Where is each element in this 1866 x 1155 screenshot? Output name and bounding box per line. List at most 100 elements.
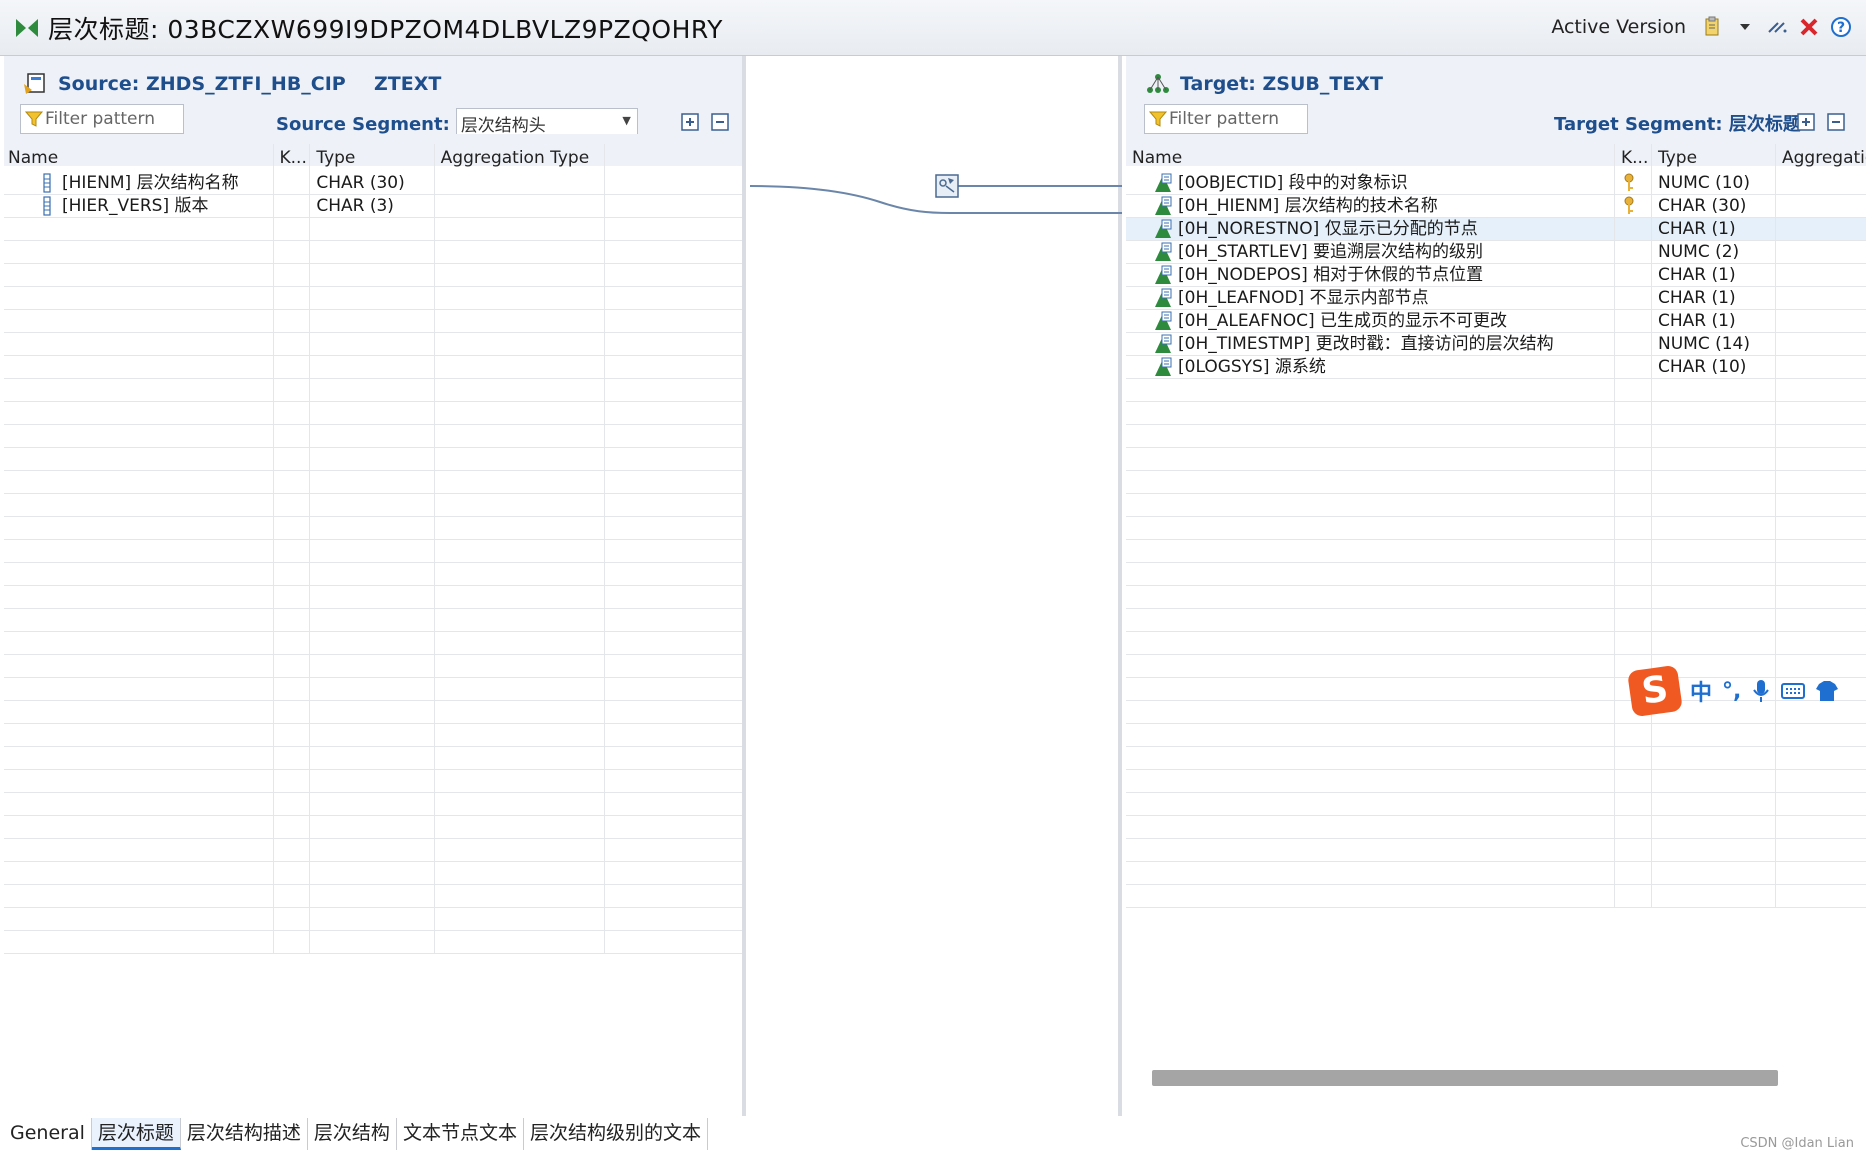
field-key	[1615, 379, 1652, 401]
collapse-all-icon[interactable]	[710, 112, 730, 132]
horizontal-scrollbar[interactable]	[1152, 1070, 1778, 1086]
field-aggregation	[435, 195, 605, 217]
table-row[interactable]: [0LOGSYS] 源系统 CHAR (10)	[1126, 356, 1866, 379]
col-type[interactable]: Type	[310, 144, 435, 172]
col-type[interactable]: Type	[1652, 144, 1776, 172]
field-type	[1652, 816, 1776, 838]
field-key	[274, 471, 311, 493]
empty-row	[4, 816, 742, 839]
field-aggregation	[435, 655, 605, 677]
table-row[interactable]: [0OBJECTID] 段中的对象标识 NUMC (10)	[1126, 172, 1866, 195]
ime-toolbar[interactable]: S 中 °,	[1627, 664, 1839, 718]
field-key	[274, 563, 311, 585]
tab-4[interactable]: 文本节点文本	[396, 1118, 524, 1150]
field-aggregation	[1776, 724, 1866, 746]
tab-3[interactable]: 层次结构	[307, 1118, 397, 1150]
empty-row	[4, 862, 742, 885]
field-key	[274, 356, 311, 378]
rule-icon[interactable]	[935, 174, 959, 198]
field-aggregation	[435, 448, 605, 470]
table-row[interactable]: [0H_LEAFNOD] 不显示内部节点 CHAR (1)	[1126, 287, 1866, 310]
empty-row	[1126, 747, 1866, 770]
field-type	[310, 632, 435, 654]
table-row[interactable]: [0H_TIMESTMP] 更改时戳：直接访问的层次结构 NUMC (14)	[1126, 333, 1866, 356]
field-key	[274, 655, 311, 677]
table-row[interactable]: [0H_NODEPOS] 相对于休假的节点位置 CHAR (1)	[1126, 264, 1866, 287]
table-row[interactable]: [0H_ALEAFNOC] 已生成页的显示不可更改 CHAR (1)	[1126, 310, 1866, 333]
source-filter[interactable]	[20, 104, 184, 134]
field-key	[1615, 402, 1652, 424]
col-name[interactable]: Name	[4, 144, 274, 172]
source-filter-input[interactable]	[45, 109, 179, 129]
table-row[interactable]: [HIER_VERS] 版本 CHAR (3)	[4, 195, 742, 218]
tab-0[interactable]: General	[4, 1118, 92, 1150]
skin-shirt-icon[interactable]	[1815, 680, 1839, 702]
field-name-text: [HIER_VERS] 版本	[62, 196, 209, 216]
help-icon[interactable]: ?	[1830, 16, 1852, 38]
empty-row	[1126, 770, 1866, 793]
field-type	[310, 678, 435, 700]
watermark: CSDN @Idan Lian	[1740, 1136, 1854, 1151]
expand-all-icon[interactable]	[680, 112, 700, 132]
expand-all-icon[interactable]	[1796, 112, 1816, 132]
field-aggregation	[435, 356, 605, 378]
ime-mode[interactable]: 中	[1690, 675, 1712, 707]
target-table: Name K... Type Aggregatio [0OBJECTID] 段中…	[1126, 144, 1866, 908]
field-type	[310, 908, 435, 930]
key-icon	[1624, 196, 1634, 214]
field-name: [0H_TIMESTMP] 更改时戳：直接访问的层次结构	[1132, 333, 1554, 355]
source-panel: Source: ZHDS_ZTFI_HB_CIP ZTEXT Source Se…	[4, 56, 746, 1116]
col-aggregation[interactable]: Aggregation Type	[435, 144, 605, 172]
field-aggregation	[1776, 264, 1866, 286]
field-type	[1652, 747, 1776, 769]
field-type	[310, 931, 435, 953]
filter-icon	[1149, 111, 1167, 127]
field-type	[310, 448, 435, 470]
table-row[interactable]: [0H_STARTLEV] 要追溯层次结构的级别 NUMC (2)	[1126, 241, 1866, 264]
empty-row	[1126, 793, 1866, 816]
datasource-icon	[24, 73, 45, 94]
tab-2[interactable]: 层次结构描述	[180, 1118, 308, 1150]
col-key[interactable]: K...	[1615, 144, 1652, 172]
field-name-text: [0LOGSYS] 源系统	[1178, 357, 1326, 377]
field-key	[274, 908, 311, 930]
field-name: [0OBJECTID] 段中的对象标识	[1132, 172, 1408, 194]
field-type	[310, 586, 435, 608]
col-aggregation[interactable]: Aggregatio	[1776, 144, 1866, 172]
keyboard-icon[interactable]	[1781, 681, 1806, 701]
col-name[interactable]: Name	[1126, 144, 1615, 172]
table-row[interactable]: [HIENM] 层次结构名称 CHAR (30)	[4, 172, 742, 195]
close-icon[interactable]	[1798, 16, 1820, 38]
tab-5[interactable]: 层次结构级别的文本	[523, 1118, 708, 1150]
table-row[interactable]: [0H_NORESTNO] 仅显示已分配的节点 CHAR (1)	[1126, 218, 1866, 241]
mapping-tool-icon[interactable]	[1766, 16, 1788, 38]
field-type	[1652, 885, 1776, 907]
source-segment-select[interactable]: 层次结构头 ▼	[455, 108, 638, 134]
field-key	[274, 862, 311, 884]
target-filter-input[interactable]	[1169, 109, 1303, 129]
collapse-all-icon[interactable]	[1826, 112, 1846, 132]
field-aggregation	[1776, 402, 1866, 424]
field-aggregation	[435, 333, 605, 355]
field-type	[310, 402, 435, 424]
tab-1[interactable]: 层次标题	[91, 1118, 181, 1150]
field-type	[310, 218, 435, 240]
target-filter[interactable]	[1144, 104, 1308, 134]
field-key	[274, 747, 311, 769]
field-name: [0H_STARTLEV] 要追溯层次结构的级别	[1132, 241, 1483, 263]
field-aggregation	[435, 425, 605, 447]
field-type: CHAR (1)	[1652, 287, 1776, 309]
ime-punct[interactable]: °,	[1722, 679, 1741, 704]
table-row[interactable]: [0H_HIENM] 层次结构的技术名称 CHAR (30)	[1126, 195, 1866, 218]
empty-row	[4, 770, 742, 793]
microphone-icon[interactable]	[1751, 678, 1771, 704]
field-aggregation	[435, 816, 605, 838]
field-type	[310, 264, 435, 286]
version-clipboard-icon[interactable]	[1702, 16, 1724, 38]
sogou-logo-icon[interactable]: S	[1627, 664, 1683, 718]
chevron-down-icon[interactable]	[1734, 16, 1756, 38]
empty-row	[4, 241, 742, 264]
field-aggregation	[435, 770, 605, 792]
field-type	[310, 425, 435, 447]
col-key[interactable]: K...	[274, 144, 311, 172]
